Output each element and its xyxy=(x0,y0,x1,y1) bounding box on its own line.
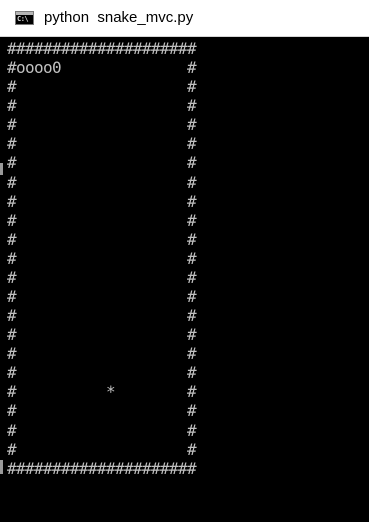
console-line: # # xyxy=(7,363,197,383)
console-line: # # xyxy=(7,344,197,364)
window-title: python snake_mvc.py xyxy=(44,9,194,26)
console-line: # # xyxy=(7,439,197,459)
console-line: # # xyxy=(7,96,197,116)
console-line: # # xyxy=(7,267,197,287)
console-line: # # xyxy=(7,306,197,326)
left-edge xyxy=(0,37,4,522)
console-line: # # xyxy=(7,134,197,154)
console-line: #oooo0 # xyxy=(7,58,197,78)
console-line: # # xyxy=(7,153,197,173)
console-line: # # xyxy=(7,210,197,230)
console-line: ##################### xyxy=(7,39,197,58)
console-line: # # xyxy=(7,115,197,135)
window-titlebar[interactable]: C:\ python snake_mvc.py xyxy=(0,0,369,37)
game-board: ##################### #oooo0 # # # # # #… xyxy=(7,39,197,478)
console-line: ##################### xyxy=(7,458,197,478)
console-line: # # xyxy=(7,77,197,97)
console-line: # # xyxy=(7,325,197,345)
console-line: # # xyxy=(7,191,197,211)
edge-mark-top xyxy=(0,163,3,175)
console-line: # # xyxy=(7,401,197,421)
console-line: # * # xyxy=(7,382,197,402)
console-area[interactable]: ##################### #oooo0 # # # # # #… xyxy=(0,37,369,522)
console-line: # # xyxy=(7,229,197,249)
console-line: # # xyxy=(7,172,197,192)
edge-mark-bottom xyxy=(0,460,3,474)
console-line: # # xyxy=(7,287,197,307)
console-line: # # xyxy=(7,248,197,268)
cmd-console-icon[interactable]: C:\ xyxy=(15,11,34,25)
icon-label: C:\ xyxy=(17,15,29,23)
console-line: # # xyxy=(7,420,197,440)
